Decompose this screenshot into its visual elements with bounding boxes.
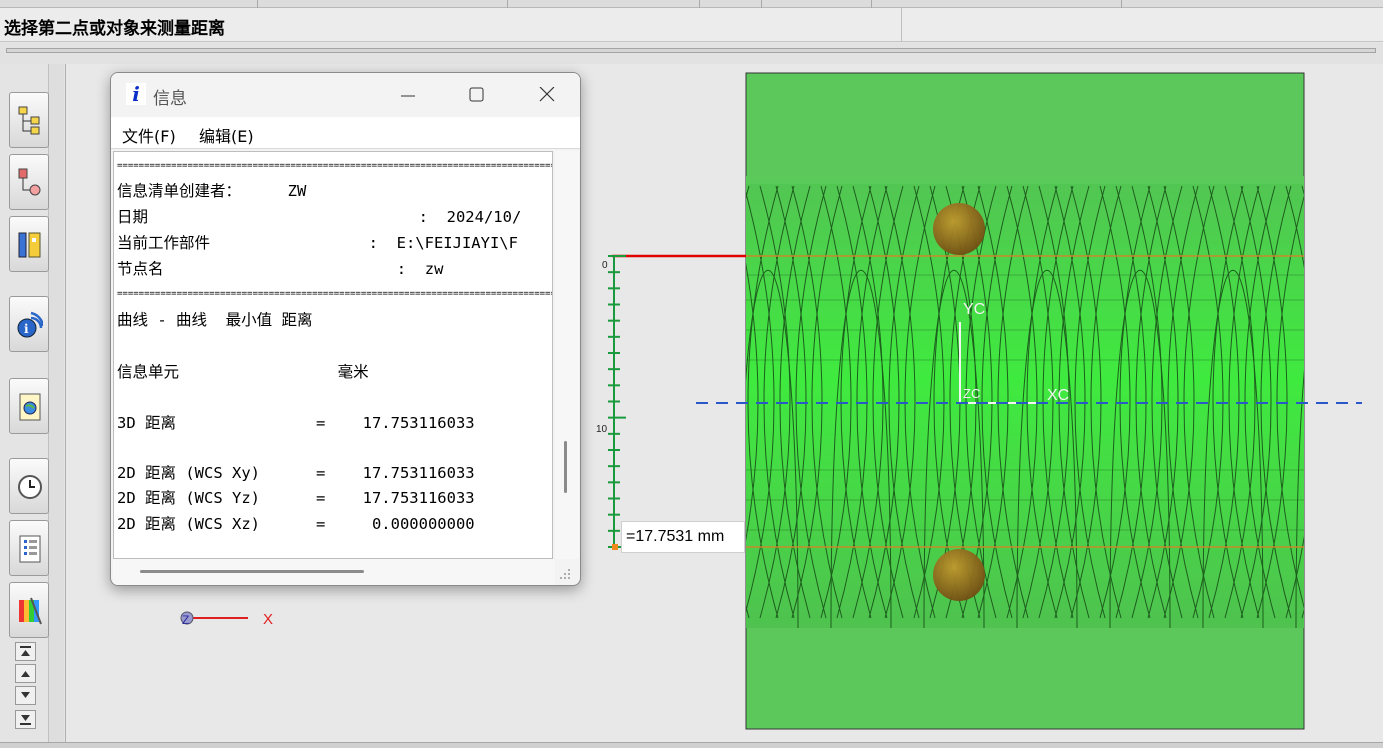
info-unit-line: 信息单元 毫米 [117,363,369,381]
info-distance-3d: 3D 距离 = 17.753116033 [117,414,475,432]
info-vertical-scrollbar[interactable] [555,151,579,559]
horizontal-scroll-thumb[interactable] [140,570,364,573]
info-window: i 信息 文件(F) 编辑(E) =======================… [110,72,581,586]
info-horizontal-scrollbar[interactable] [113,559,555,585]
info-distance-xy: 2D 距离 (WCS Xy) = 17.753116033 [117,464,475,482]
vertical-scroll-thumb[interactable] [564,441,567,493]
ruler-label-zero: 0 [602,260,608,271]
info-menubar: 文件(F) 编辑(E) [111,117,580,149]
wcs-yc-label: YC [963,301,985,318]
resize-grip-icon[interactable] [558,567,572,581]
wcs-xc-label: XC [1047,387,1069,404]
nx-window: 选择第二点或对象来测量距离 i YC XC ZC 0 10 X Z =17.75… [0,0,1383,748]
abs-x-label: X [263,611,273,628]
measurement-value-box[interactable]: =17.7531 mm [621,521,745,553]
info-line-node: 节点名 : zw [117,260,444,278]
info-distance-xz: 2D 距离 (WCS Xz) = 0.000000000 [117,515,475,533]
info-window-titlebar[interactable]: i 信息 [111,73,580,117]
ball-top[interactable] [933,203,985,255]
ruler-label-ten: 10 [596,424,608,435]
menu-edit[interactable]: 编辑(E) [199,123,254,147]
minimize-icon [401,95,415,97]
info-line-work-part: 当前工作部件 : E:\FEIJIAYI\F [117,234,518,252]
close-icon [539,87,555,102]
maximize-icon [469,87,484,102]
menu-file[interactable]: 文件(F) [122,123,176,147]
separator-rule: ========================================… [117,162,552,170]
info-line-date: 日期 : 2024/10/ [117,208,522,226]
maximize-button[interactable] [452,79,502,111]
separator-rule: ========================================… [117,290,552,298]
info-section-title: 曲线 - 曲线 最小值 距离 [117,311,313,329]
minimize-button[interactable] [383,79,433,111]
cylinder-highlight [746,176,1304,184]
abs-z-label: Z [182,613,189,627]
info-distance-yz: 2D 距离 (WCS Yz) = 17.753116033 [117,489,475,507]
info-window-title: 信息 [153,89,187,109]
ball-bottom[interactable] [933,549,985,601]
info-line-creator: 信息清单创建者： ZW [117,182,307,200]
ruler-end-marker [612,544,618,550]
distance-ruler [608,255,626,548]
close-button[interactable] [522,79,572,111]
bottom-status-strip [0,742,1383,748]
info-text-area[interactable]: ========================================… [113,151,553,559]
wcs-zc-label: ZC [963,386,980,401]
info-icon: i [126,83,146,105]
